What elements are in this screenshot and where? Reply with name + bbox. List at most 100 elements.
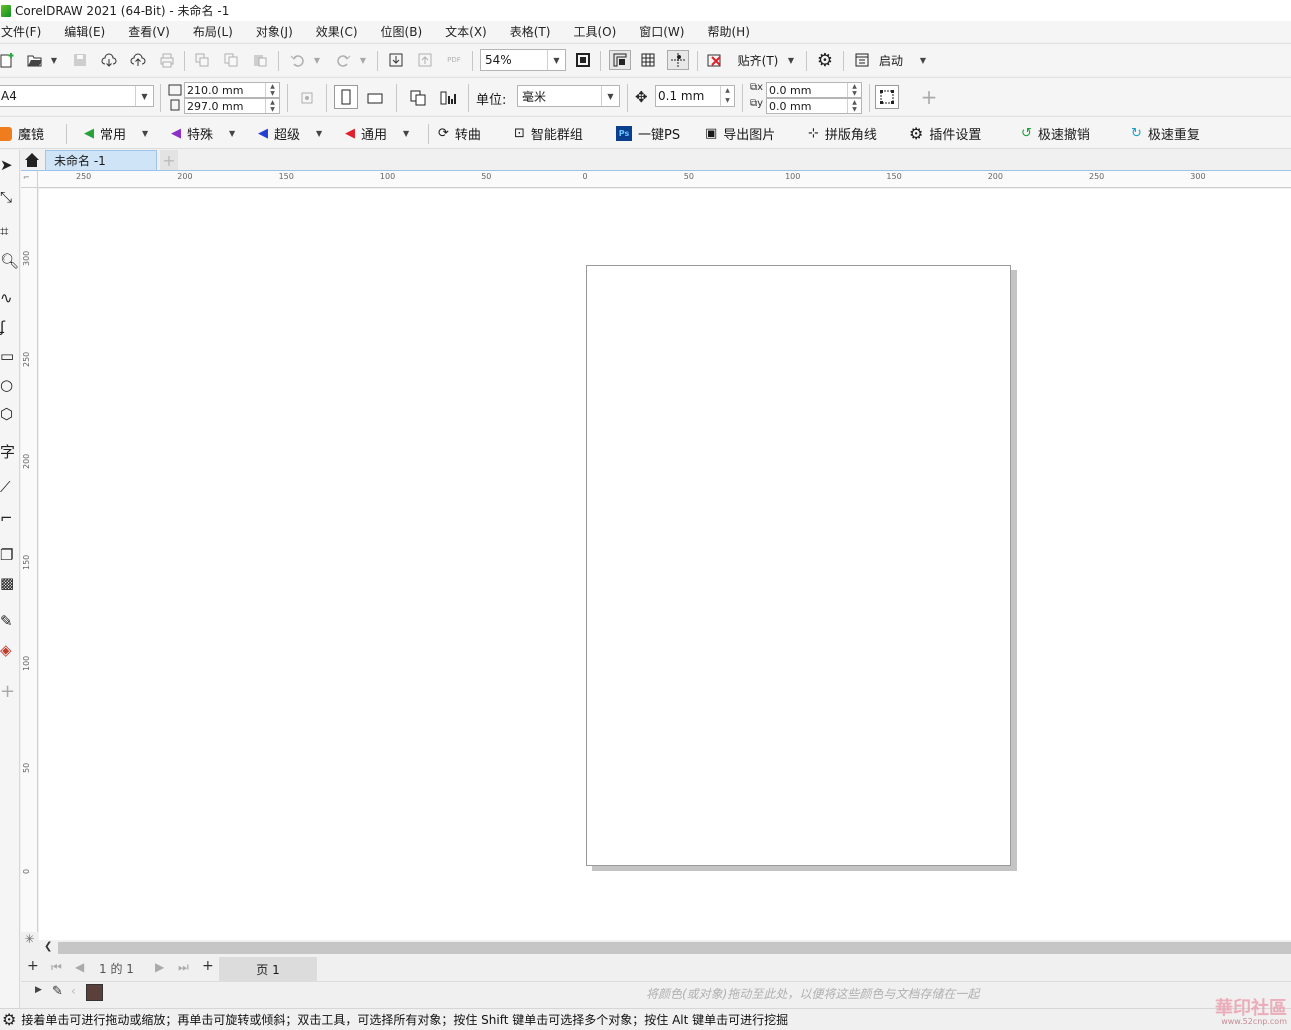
duplicate-distance-x-field[interactable]: 0.0 mm ▲ ▼ [766,82,862,98]
plugin-super[interactable]: ◀ 超级 ▼ [258,117,322,150]
current-page-button[interactable] [436,87,460,109]
chevron-down-icon[interactable]: ▼ [142,129,148,138]
transparency-tool[interactable]: ▩ [0,570,20,596]
copy-button[interactable] [222,51,240,69]
spin-up-down-icon[interactable]: ▲ ▼ [265,99,279,113]
palette-expand-icon[interactable]: ▶ [35,985,42,995]
landscape-button[interactable] [363,87,387,109]
undo-dropdown[interactable]: ▼ [312,51,322,69]
snap-off-button[interactable] [705,51,725,69]
treat-as-filled-button[interactable] [875,85,899,109]
spin-up-down-icon[interactable]: ▲ ▼ [847,83,861,97]
add-toolbar-item-button[interactable]: + [918,85,940,109]
menu-text[interactable]: 文本(X) [444,23,498,40]
plugin-fast-undo[interactable]: ↺ 极速撤销 [1021,117,1090,150]
gear-icon[interactable]: ⚙ [2,1010,16,1029]
chevron-down-icon[interactable]: ▼ [316,129,322,138]
full-screen-preview-button[interactable] [573,51,593,69]
chevron-down-icon[interactable]: ▼ [135,86,153,106]
pick-tool[interactable]: ➤ [0,152,20,178]
ruler-origin[interactable]: ⌐ [21,170,38,188]
launch-app-icon-button[interactable] [851,51,873,69]
undo-button[interactable] [288,51,308,69]
menu-tools[interactable]: 工具(O) [572,23,627,40]
launch-dropdown[interactable]: ▼ [917,51,929,69]
print-button[interactable] [157,51,177,69]
shape-tool[interactable]: ⤡ [0,184,20,210]
plugin-fast-redo[interactable]: ↻ 极速重复 [1131,117,1200,150]
document-tab[interactable]: 未命名 -1 [45,150,157,170]
duplicate-distance-y-field[interactable]: 0.0 mm ▲ ▼ [766,98,862,114]
vertical-ruler[interactable]: 300 250 200 150 100 50 0 [21,188,38,940]
plugin-settings[interactable]: ⚙ 插件设置 [909,117,981,150]
chevron-down-icon[interactable]: ▼ [601,86,619,106]
spin-up-down-icon[interactable]: ▲ ▼ [265,83,279,97]
zoom-tool[interactable]: 🔍︎ [0,248,20,274]
chevron-down-icon[interactable]: ▼ [403,129,409,138]
launch-button[interactable]: 启动 [876,50,906,70]
previous-page-button[interactable]: ◀ [75,960,84,974]
plugin-convert-curve[interactable]: ⟳ 转曲 [438,117,481,150]
chevron-down-icon[interactable]: ▼ [229,129,235,138]
last-page-button[interactable]: ⏭ [178,960,189,975]
open-dropdown[interactable]: ▼ [48,51,60,69]
quick-customize-button[interactable]: + [0,678,20,704]
publish-pdf-button[interactable]: PDF [444,51,464,69]
new-document-tab-button[interactable]: + [160,150,178,170]
page-tab[interactable]: 页 1 [219,957,317,981]
first-page-button[interactable]: ⏮ [51,960,62,975]
menu-layout[interactable]: 布局(L) [192,23,244,40]
open-button[interactable] [26,51,44,69]
artistic-media-tool[interactable]: ʆ [0,314,20,340]
zoom-corner-button[interactable]: ✳ [21,932,38,956]
save-button[interactable] [71,51,89,69]
text-tool[interactable]: 字 [0,438,20,464]
menu-table[interactable]: 表格(T) [509,23,562,40]
paste-button[interactable] [251,51,269,69]
portrait-button[interactable] [334,85,358,109]
plugin-special[interactable]: ◀ 特殊 ▼ [171,117,235,150]
connector-tool[interactable]: ⌐ [0,505,20,531]
eyedropper-icon[interactable]: ✎ [52,984,63,999]
scroll-left-icon[interactable]: ❮ [44,941,52,952]
snap-to-dropdown[interactable]: ▼ [785,51,797,69]
plugin-smart-group[interactable]: ⊡ 智能群组 [514,117,583,150]
nudge-distance-field[interactable]: 0.1 mm ▲ ▼ [655,85,735,107]
spin-up-down-icon[interactable]: ▲ ▼ [847,99,861,113]
menu-effects[interactable]: 效果(C) [315,23,369,40]
plugin-crop-marks[interactable]: ⊹ 拼版角线 [808,117,877,150]
page-orientation-lock-button[interactable] [296,88,318,108]
all-pages-button[interactable] [406,87,430,109]
drop-shadow-tool[interactable]: ❐ [0,542,20,568]
menu-bitmaps[interactable]: 位图(B) [380,23,434,40]
interactive-fill-tool[interactable]: ◈ [0,637,20,663]
export-button[interactable] [415,51,435,69]
page-height-field[interactable]: 297.0 mm ▲ ▼ [184,98,280,114]
menu-help[interactable]: 帮助(H) [706,23,760,40]
menu-window[interactable]: 窗口(W) [638,23,695,40]
cut-button[interactable] [193,51,211,69]
scrollbar-thumb[interactable] [58,942,1291,954]
units-combo[interactable]: 毫米 ▼ [517,85,620,107]
horizontal-scrollbar[interactable]: ❮ [38,940,1291,956]
next-page-button[interactable]: ▶ [155,960,164,974]
plugin-magic-mirror[interactable]: 魔镜 [0,117,44,150]
welcome-screen-tab[interactable] [21,150,43,170]
crop-tool[interactable]: ⌗ [0,218,20,244]
show-grid-button[interactable] [638,51,658,69]
import-button[interactable] [386,51,406,69]
document-page[interactable] [586,265,1011,866]
show-rulers-button[interactable] [609,50,631,70]
plugin-one-click-ps[interactable]: Ps 一键PS [616,117,680,150]
add-page-before-button[interactable]: + [27,958,39,974]
page-width-field[interactable]: 210.0 mm ▲ ▼ [184,82,280,98]
polygon-tool[interactable]: ⬡ [0,401,20,427]
redo-dropdown[interactable]: ▼ [358,51,368,69]
page-size-combo[interactable]: A4 ▼ [0,85,154,107]
horizontal-ruler[interactable]: 250 200 150 100 50 0 50 100 150 200 250 300 [38,170,1291,188]
cloud-upload-button[interactable] [128,51,148,69]
menu-edit[interactable]: 编辑(E) [63,23,116,40]
plugin-export-image[interactable]: ▣ 导出图片 [705,117,775,150]
rectangle-tool[interactable]: ▭ [0,343,20,369]
freehand-tool[interactable]: ∿ [0,285,20,311]
